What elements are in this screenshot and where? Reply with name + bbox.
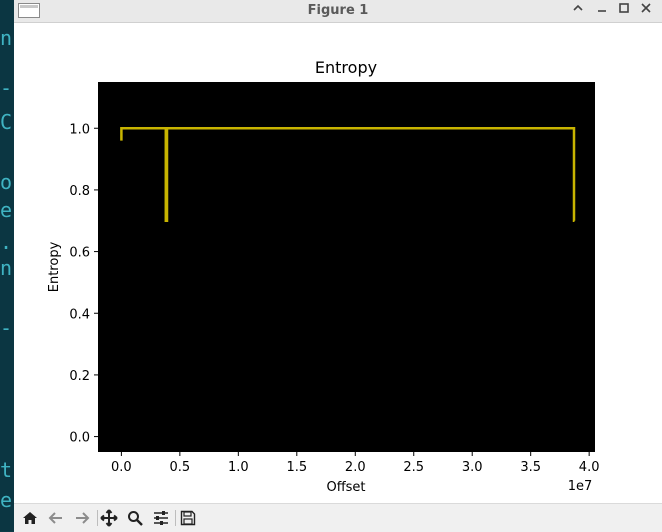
x-tick-label: 2.0 — [345, 460, 366, 475]
chart-title: Entropy — [315, 58, 377, 77]
x-tick-label: 0.0 — [111, 460, 132, 475]
terminal-char: o — [0, 170, 13, 194]
terminal-char: e — [0, 488, 13, 512]
y-tick-label: 0.6 — [69, 246, 90, 261]
terminal-char: n — [0, 256, 13, 280]
y-tick-label: 1.0 — [69, 122, 90, 137]
save-icon[interactable] — [178, 508, 198, 528]
terminal-char: C — [0, 110, 13, 134]
x-tick-label: 4.0 — [579, 460, 600, 475]
x-tick-label: 2.5 — [403, 460, 424, 475]
navigation-toolbar — [14, 503, 662, 532]
home-icon[interactable] — [20, 508, 40, 528]
terminal-char: t — [0, 458, 13, 482]
x-tick-label: 3.0 — [462, 460, 483, 475]
y-axis-label: Entropy — [47, 241, 62, 292]
window-titlebar[interactable]: Figure 1 — [14, 0, 662, 23]
configure-subplots-icon[interactable] — [151, 508, 171, 528]
terminal-char: - — [0, 316, 13, 340]
y-tick-label: 0.4 — [69, 307, 90, 322]
x-tick-label: 3.5 — [520, 460, 541, 475]
x-tick-label: 0.5 — [170, 460, 191, 475]
pan-icon[interactable] — [99, 508, 119, 528]
y-tick-label: 0.8 — [69, 184, 90, 199]
window-title: Figure 1 — [307, 3, 369, 18]
entropy-chart: Entropy Offset Entropy 1e7 0.0 0.5 1.0 1.5 2… — [47, 58, 600, 495]
x-offset-label: 1e7 — [568, 479, 593, 494]
x-tick-label: 1.5 — [286, 460, 307, 475]
toolbar-separator — [175, 510, 176, 526]
x-tick-label: 1.0 — [228, 460, 249, 475]
terminal-char: e — [0, 198, 13, 222]
zoom-icon[interactable] — [125, 508, 145, 528]
maximize-icon[interactable] — [615, 2, 633, 20]
x-axis-label: Offset — [326, 480, 365, 495]
figure-canvas[interactable]: Entropy Offset Entropy 1e7 0.0 0.5 1.0 1.5 2… — [14, 23, 662, 503]
close-icon[interactable] — [637, 2, 655, 20]
terminal-char: n — [0, 26, 13, 50]
terminal-char: . — [0, 230, 13, 254]
minimize-icon[interactable] — [593, 2, 611, 20]
y-tick-label: 0.0 — [69, 431, 90, 446]
plot-background — [98, 82, 595, 452]
y-tick-label: 0.2 — [69, 369, 90, 384]
collapse-icon[interactable] — [569, 2, 587, 20]
terminal-char: - — [0, 76, 13, 100]
toolbar-separator — [97, 510, 98, 526]
forward-icon[interactable] — [72, 508, 92, 528]
back-icon[interactable] — [46, 508, 66, 528]
figure-window: Figure 1 Entropy Offset Entropy 1e7 0.0 0… — [14, 0, 662, 532]
